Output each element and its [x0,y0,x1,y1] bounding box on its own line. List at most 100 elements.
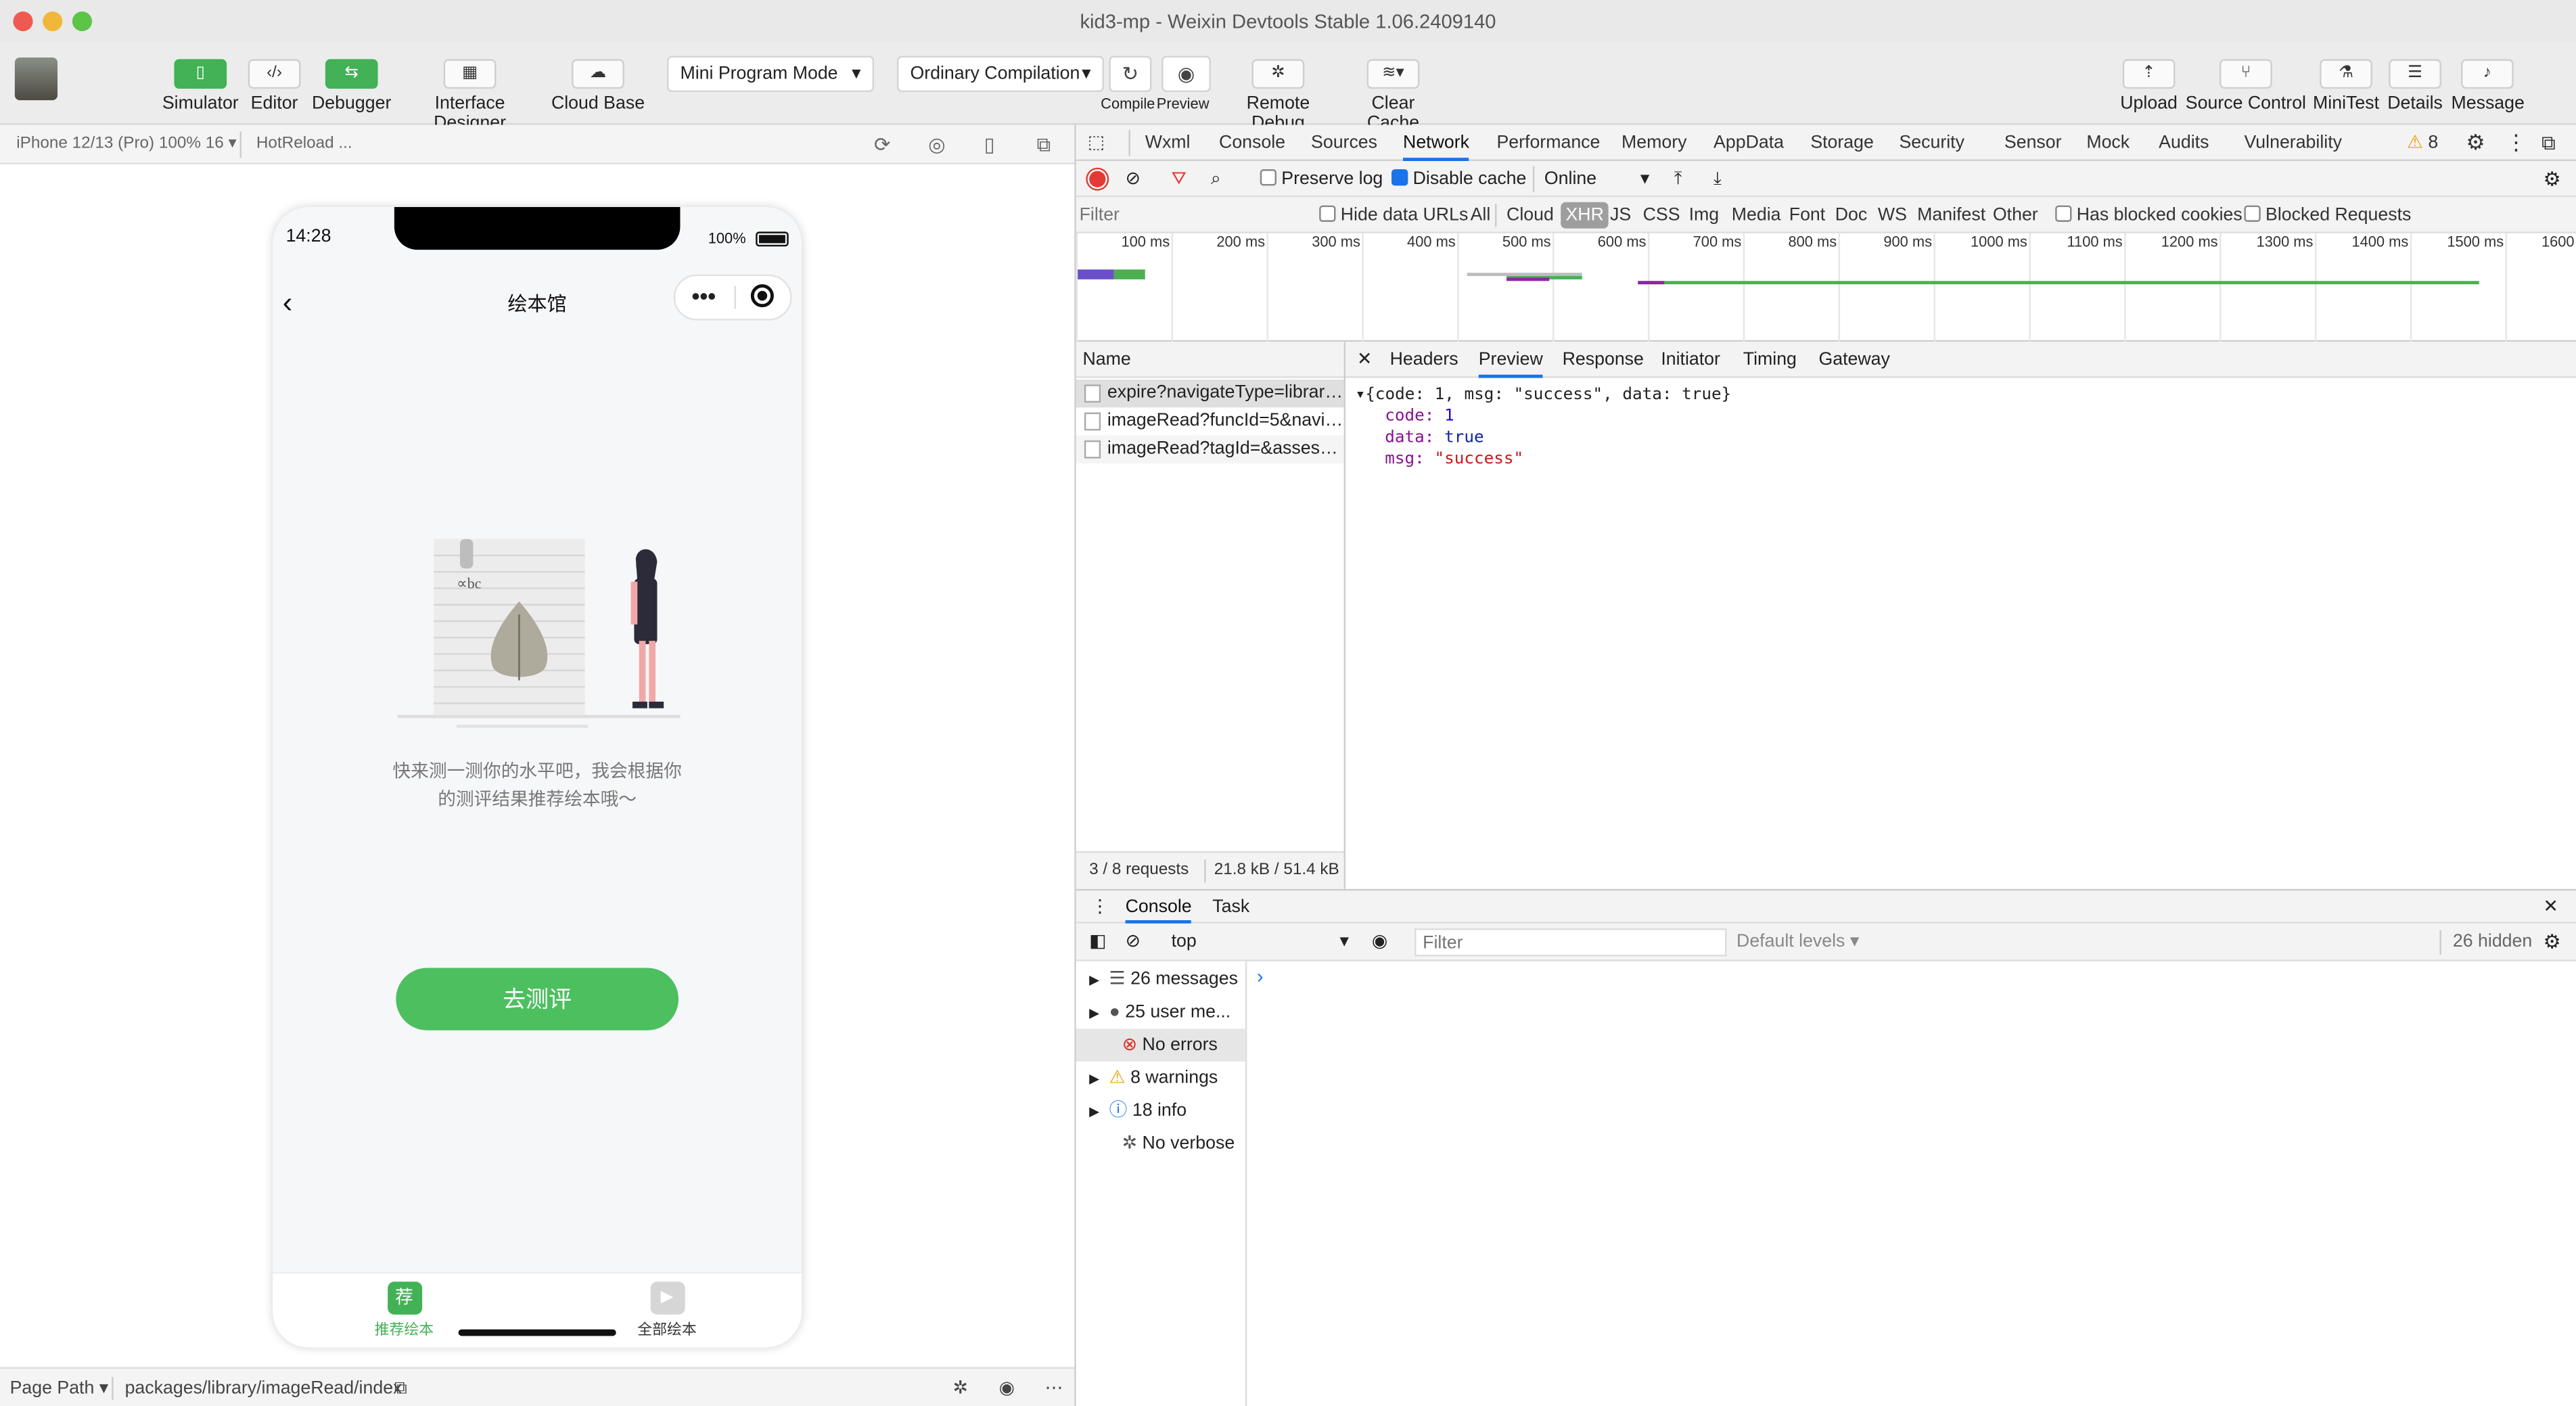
tab-initiator[interactable]: Initiator [1661,342,1720,378]
kebab-icon[interactable]: ⋮ [1091,890,1109,924]
clear-cache-button[interactable]: ≋▾ Clear Cache [1344,43,1443,133]
tab-headers[interactable]: Headers [1390,342,1458,378]
editor-button[interactable]: ‹/› Editor [243,43,305,124]
mode-select[interactable]: Mini Program Mode ▾ [667,55,875,93]
tab-preview[interactable]: Preview [1478,342,1543,378]
gear-icon[interactable]: ⚙ [2543,924,2560,961]
kebab-icon[interactable]: ⋮ [2506,125,2527,161]
popout-icon[interactable]: ⧉ [1036,125,1051,164]
more-icon[interactable]: ⋯ [1045,1369,1063,1406]
sidebar-item-errors[interactable]: ⊗ No errors [1076,1028,1245,1062]
tab-storage[interactable]: Storage [1810,125,1874,161]
cloud-base-button[interactable]: ☁ Cloud Base [549,43,647,124]
dock-icon[interactable]: ⧉ [2542,125,2556,161]
type-font[interactable]: Font [1789,197,1825,233]
throttle-select[interactable]: Online ▾ [1544,161,1649,197]
tab-console-drawer[interactable]: Console [1125,890,1192,924]
record-button[interactable] [1089,171,1106,187]
hide-data-urls-checkbox[interactable]: Hide data URLs [1319,197,1468,233]
filter-icon[interactable]: ⛛ [1172,161,1187,197]
device-select[interactable]: iPhone 12/13 (Pro) 100% 16 ▾ [16,125,236,164]
type-doc[interactable]: Doc [1835,197,1868,233]
tab-vulnerability[interactable]: Vulnerability [2244,125,2342,161]
preserve-log-checkbox[interactable]: Preserve log [1260,161,1383,197]
record-icon[interactable]: ◎ [928,125,945,164]
close-mp-icon[interactable] [750,284,774,308]
console-prompt[interactable]: › [1257,965,1264,988]
network-filter-input[interactable] [1079,202,1300,229]
context-select[interactable]: top ▾ [1162,924,1349,961]
type-js[interactable]: JS [1610,197,1631,233]
source-control-button[interactable]: ⑂ Source Control [2185,43,2307,124]
compile-button[interactable]: ↻ [1109,55,1152,93]
tab-wxml[interactable]: Wxml [1145,125,1191,161]
type-all[interactable]: All [1471,197,1491,233]
sidebar-item-verbose[interactable]: ✲ No verbose [1076,1127,1245,1160]
blocked-cookies-checkbox[interactable]: Has blocked cookies [2055,197,2242,233]
import-icon[interactable]: ⤒ [1674,161,1682,197]
sidebar-item-user-messages[interactable]: ▶ ● 25 user me... [1076,996,1245,1029]
bug-icon[interactable]: ✲ [953,1369,968,1406]
rotate-icon[interactable]: ⟳ [874,125,890,164]
tab-memory[interactable]: Memory [1622,125,1686,161]
clear-console-icon[interactable]: ⊘ [1126,924,1141,961]
minimize-window-button[interactable] [43,12,63,32]
eye-icon[interactable]: ◉ [999,1369,1015,1406]
more-icon[interactable]: ••• [691,283,716,309]
type-manifest[interactable]: Manifest [1917,197,1985,233]
compile-mode-select[interactable]: Ordinary Compilation ▾ [897,55,1105,93]
tab-network[interactable]: Network [1403,125,1470,162]
debugger-button[interactable]: ⇆ Debugger [309,43,394,124]
tab-sensor[interactable]: Sensor [2004,125,2062,161]
close-window-button[interactable] [13,12,33,32]
request-row[interactable]: expire?navigateType=library&... [1076,380,1344,408]
console-filter-input[interactable] [1414,928,1727,957]
message-button[interactable]: ♪ Message [2451,43,2525,124]
type-cloud[interactable]: Cloud [1506,197,1554,233]
tab-response[interactable]: Response [1563,342,1644,378]
gear-icon[interactable]: ⚙ [2466,125,2485,161]
tab-mock[interactable]: Mock [2086,125,2130,161]
sidebar-item-messages[interactable]: ▶ ☰ 26 messages [1076,963,1245,996]
copy-icon[interactable]: ⧉ [394,1369,407,1406]
hotreload-select[interactable]: HotReload ... [256,125,352,164]
tab-audits[interactable]: Audits [2159,125,2209,161]
details-button[interactable]: ☰ Details [2385,43,2444,124]
tab-console[interactable]: Console [1219,125,1285,161]
remote-debug-button[interactable]: ✲ Remote Debug [1219,43,1337,133]
network-timeline[interactable]: 100 ms 200 ms 300 ms 400 ms 500 ms 600 m… [1076,233,2576,342]
tab-security[interactable]: Security [1899,125,1964,161]
search-icon[interactable]: ⌕ [1211,161,1221,197]
type-img[interactable]: Img [1689,197,1720,233]
type-ws[interactable]: WS [1878,197,1907,233]
preview-button[interactable]: ◉ [1162,55,1211,93]
sidebar-item-warnings[interactable]: ▶ ⚠ 8 warnings [1076,1062,1245,1095]
tab-all-books[interactable]: ▶ 全部绘本 [621,1273,713,1347]
tab-sources[interactable]: Sources [1311,125,1377,161]
page-path-select[interactable]: Page Path ▾ [10,1369,109,1406]
tab-performance[interactable]: Performance [1496,125,1600,161]
simulator-button[interactable]: ▯ Simulator [161,43,240,124]
phone-icon[interactable]: ▯ [984,125,995,164]
interface-designer-button[interactable]: ▦ Interface Designer [398,43,543,133]
maximize-window-button[interactable] [72,12,93,32]
disable-cache-checkbox[interactable]: Disable cache [1392,161,1526,197]
start-assessment-button[interactable]: 去测评 [396,968,679,1030]
tab-gateway[interactable]: Gateway [1818,342,1889,378]
json-root[interactable]: ▾{code: 1, msg: "success", data: true} [1356,384,1732,406]
eye-icon[interactable]: ◉ [1372,924,1387,961]
type-media[interactable]: Media [1732,197,1781,233]
levels-select[interactable]: Default levels ▾ [1736,924,1859,961]
gear-icon[interactable]: ⚙ [2543,161,2560,197]
inspect-icon[interactable]: ⬚ [1088,125,1105,161]
blocked-requests-checkbox[interactable]: Blocked Requests [2244,197,2411,233]
type-other[interactable]: Other [1993,197,2038,233]
minitest-button[interactable]: ⚗ MiniTest [2310,43,2383,124]
avatar[interactable] [14,58,58,101]
sidebar-item-info[interactable]: ▶ ⓘ 18 info [1076,1094,1245,1127]
type-css[interactable]: CSS [1643,197,1680,233]
sidebar-toggle-icon[interactable]: ◧ [1089,924,1106,961]
upload-button[interactable]: ⇡ Upload [2116,43,2182,124]
tab-recommended[interactable]: 荐 推荐绘本 [358,1273,450,1347]
tab-task[interactable]: Task [1212,890,1249,924]
